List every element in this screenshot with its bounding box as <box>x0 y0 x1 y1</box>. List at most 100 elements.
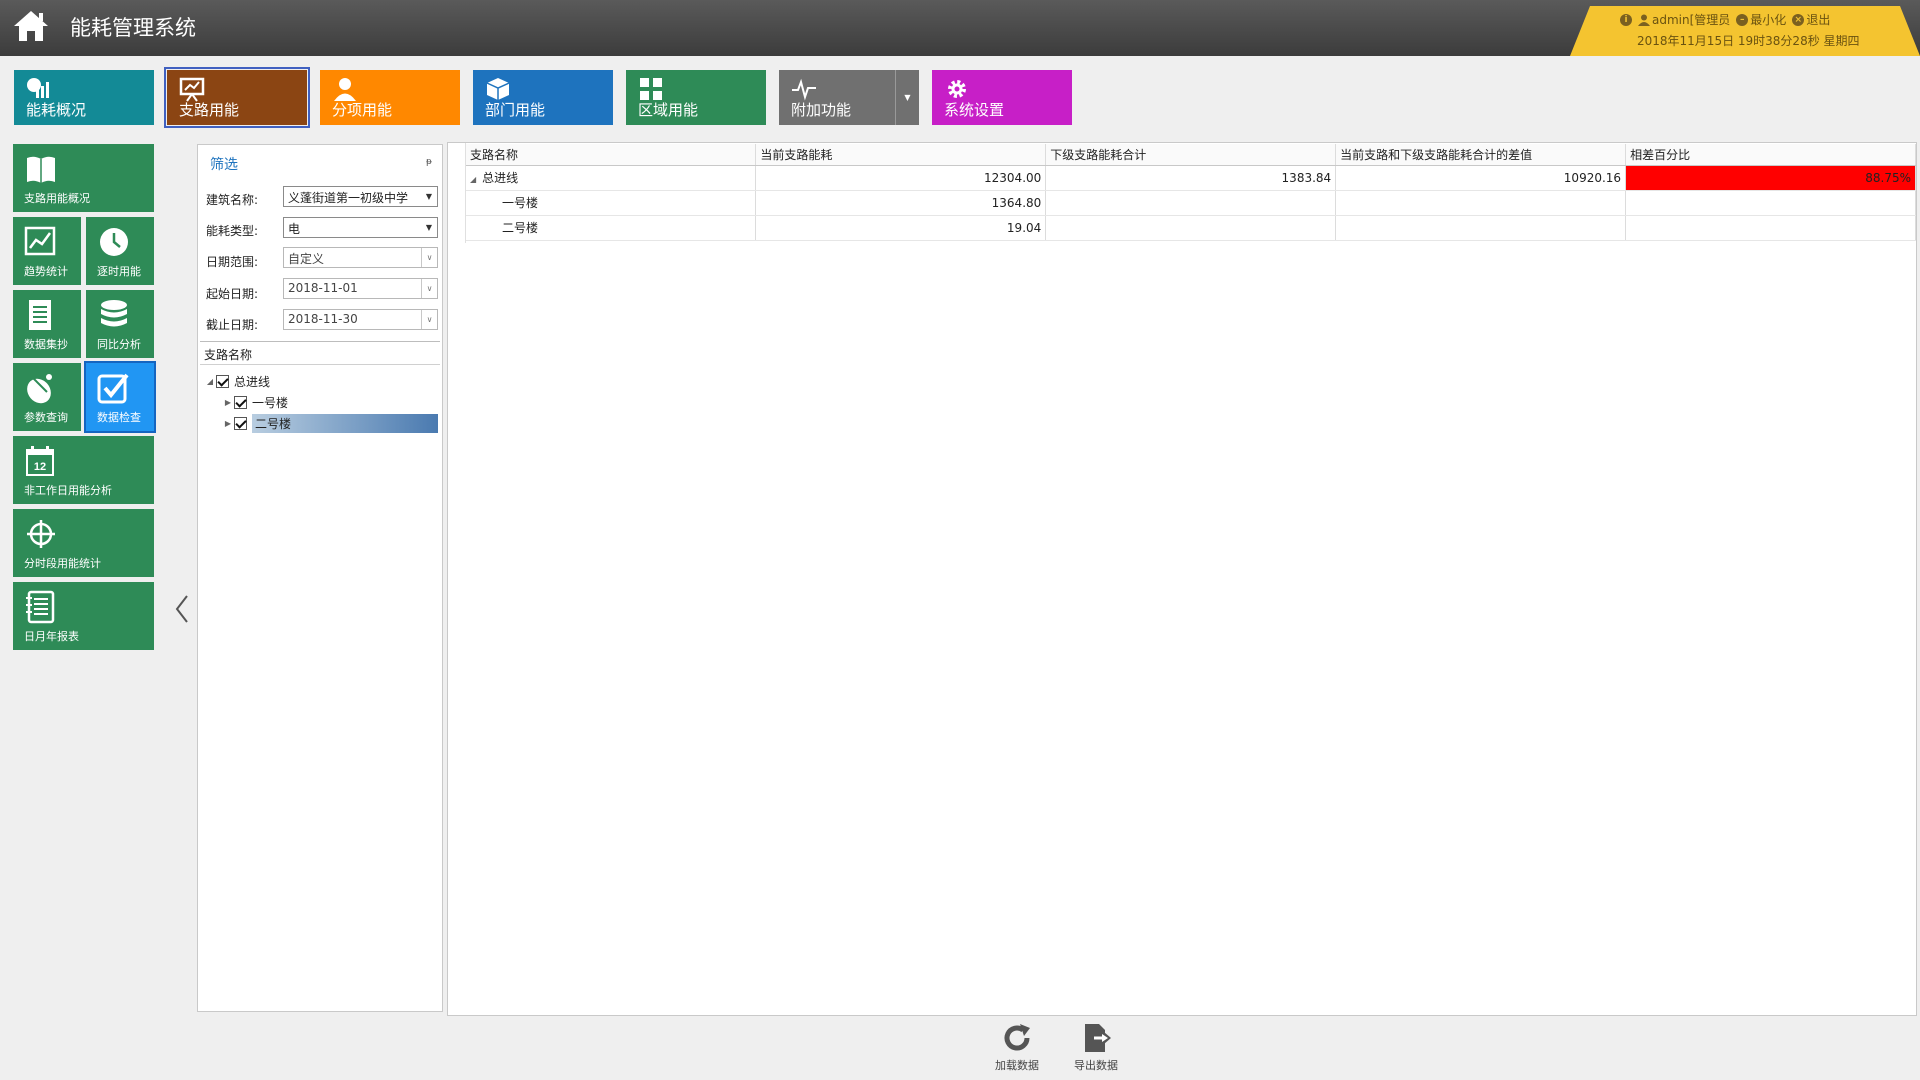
sub-total-cell[interactable]: 1383.84 <box>1045 165 1337 191</box>
column-header[interactable]: 相差百分比 <box>1625 144 1916 166</box>
date-range-select[interactable]: 自定义 ∨ <box>283 247 438 268</box>
tab-dropdown-toggle[interactable]: ▼ <box>895 70 919 125</box>
expand-toggle-icon[interactable]: ▶ <box>222 419 234 428</box>
book-icon <box>27 156 55 183</box>
tile-branch-overview[interactable]: 支路用能概况 <box>13 144 154 212</box>
user-icon <box>1638 14 1650 26</box>
load-data-button[interactable]: 加载数据 <box>987 1022 1047 1074</box>
branch-name-cell[interactable]: 二号楼 <box>466 215 757 241</box>
start-date-picker[interactable]: 2018-11-01 ∨ <box>283 278 438 299</box>
column-header[interactable]: 支路名称 <box>466 144 757 166</box>
column-header[interactable]: 当前支路和下级支路能耗合计的差值 <box>1335 144 1627 166</box>
user-name: admin[管理员 <box>1652 13 1731 27</box>
building-select[interactable]: 义蓬街道第一初级中学 ▼ <box>283 186 438 207</box>
tile-report[interactable]: 日月年报表 <box>13 582 154 650</box>
chevron-down-icon: ▼ <box>904 93 911 102</box>
user-menu[interactable]: admin[管理员 <box>1638 11 1730 28</box>
column-header[interactable]: 当前支路能耗 <box>755 144 1047 166</box>
filter-title: 筛选 <box>210 157 238 173</box>
tab-itemized-energy[interactable]: 分项用能 <box>320 70 460 125</box>
tab-area-energy[interactable]: 区域用能 <box>626 70 766 125</box>
date-range-label: 日期范围: <box>206 255 259 269</box>
minimize-button[interactable]: – 最小化 <box>1736 11 1786 28</box>
collapse-sidebar-button[interactable] <box>174 594 190 624</box>
column-header[interactable]: 下级支路能耗合计 <box>1045 144 1337 166</box>
close-icon: × <box>1792 13 1805 26</box>
svg-text:12: 12 <box>34 461 46 473</box>
minimize-icon: – <box>1736 13 1749 26</box>
energy-type-label: 能耗类型: <box>206 224 259 238</box>
chevron-down-icon: ▼ <box>425 223 433 232</box>
checkbox-icon <box>97 373 129 404</box>
expand-toggle-icon[interactable]: ◢ <box>204 377 216 386</box>
table-row[interactable]: 二号楼 19.04 <box>466 215 1916 241</box>
table-row[interactable]: ◢ 总进线 12304.00 1383.84 10920.16 88.75% <box>466 165 1916 191</box>
tree-checkbox[interactable] <box>234 395 247 409</box>
expand-toggle-icon[interactable]: ▶ <box>222 398 234 407</box>
database-icon <box>101 300 127 327</box>
tree-header: 支路名称 <box>200 341 440 365</box>
energy-type-select[interactable]: 电 ▼ <box>283 217 438 238</box>
current-datetime: 2018年11月15日 19时38分28秒 星期四 <box>1637 34 1860 48</box>
tree-node-building-1[interactable]: ▶ 一号楼 <box>222 392 288 412</box>
tile-data-check[interactable]: 数据检查 <box>84 361 156 433</box>
difference-cell[interactable] <box>1335 190 1627 216</box>
crosshair-icon <box>27 520 55 548</box>
start-date-label: 起始日期: <box>206 287 259 301</box>
chevron-down-icon: ∨ <box>421 279 437 298</box>
difference-cell[interactable]: 10920.16 <box>1335 165 1627 191</box>
tile-hourly-energy[interactable]: 逐时用能 <box>86 217 154 285</box>
tile-nonworkday-analysis[interactable]: 12 非工作日用能分析 <box>13 436 154 504</box>
tab-energy-overview[interactable]: 能耗概况 <box>14 70 154 125</box>
tile-trend-statistics[interactable]: 趋势统计 <box>13 217 81 285</box>
export-icon <box>1085 1024 1111 1052</box>
branch-energy-table: 支路名称 当前支路能耗 下级支路能耗合计 当前支路和下级支路能耗合计的差值 相差… <box>466 144 1916 241</box>
table-header-row: 支路名称 当前支路能耗 下级支路能耗合计 当前支路和下级支路能耗合计的差值 相差… <box>466 144 1916 166</box>
current-energy-cell[interactable]: 19.04 <box>755 215 1047 241</box>
sub-total-cell[interactable] <box>1045 215 1337 241</box>
sub-total-cell[interactable] <box>1045 190 1337 216</box>
user-panel: i admin[管理员 – 最小化 × 退出 2018年11月15日 19时38… <box>1570 6 1920 56</box>
tab-additional-functions[interactable]: 附加功能 ▼ <box>779 70 919 125</box>
end-date-label: 截止日期: <box>206 318 259 332</box>
current-energy-cell[interactable]: 1364.80 <box>755 190 1047 216</box>
pin-icon[interactable]: ᵽ <box>426 157 432 167</box>
percent-cell[interactable] <box>1625 190 1916 216</box>
current-energy-cell[interactable]: 12304.00 <box>755 165 1047 191</box>
tile-parameter-query[interactable]: 参数查询 <box>13 363 81 431</box>
export-data-button[interactable]: 导出数据 <box>1066 1022 1126 1074</box>
tab-department-energy[interactable]: 部门用能 <box>473 70 613 125</box>
end-date-picker[interactable]: 2018-11-30 ∨ <box>283 309 438 330</box>
info-icon[interactable]: i <box>1620 13 1632 26</box>
chevron-down-icon: ∨ <box>421 310 437 329</box>
branch-name-cell[interactable]: 一号楼 <box>466 190 757 216</box>
table-row[interactable]: 一号楼 1364.80 <box>466 190 1916 216</box>
reload-icon <box>1004 1024 1030 1051</box>
logout-button[interactable]: × 退出 <box>1792 11 1830 28</box>
clock-icon <box>100 228 128 256</box>
tree-node-main-line[interactable]: ◢ 总进线 <box>204 371 270 391</box>
percent-cell[interactable] <box>1625 215 1916 241</box>
data-grid: 支路名称 当前支路能耗 下级支路能耗合计 当前支路和下级支路能耗合计的差值 相差… <box>447 142 1917 1016</box>
collapse-toggle-icon[interactable]: ◢ <box>470 175 476 184</box>
percent-cell[interactable]: 88.75% <box>1625 165 1916 191</box>
tile-data-collection[interactable]: 数据集抄 <box>13 290 81 358</box>
tree-checkbox[interactable] <box>234 416 247 430</box>
tile-yoy-analysis[interactable]: 同比分析 <box>86 290 154 358</box>
chevron-down-icon: ∨ <box>421 248 437 267</box>
home-icon[interactable] <box>12 8 50 44</box>
tree-checkbox[interactable] <box>216 374 229 388</box>
title-bar: 能耗管理系统 i admin[管理员 – 最小化 × 退出 2018年11月15… <box>0 0 1920 56</box>
tab-branch-energy[interactable]: 支路用能 <box>164 67 310 128</box>
filter-panel: 筛选 ᵽ 建筑名称: 义蓬街道第一初级中学 ▼ 能耗类型: 电 ▼ 日期范围: … <box>197 144 443 1012</box>
calendar-icon: 12 <box>26 446 54 476</box>
tab-system-settings[interactable]: 系统设置 <box>932 70 1072 125</box>
tile-timeperiod-statistics[interactable]: 分时段用能统计 <box>13 509 154 577</box>
app-title: 能耗管理系统 <box>70 16 196 40</box>
grid-row-header <box>448 143 466 243</box>
building-label: 建筑名称: <box>206 193 259 207</box>
difference-cell[interactable] <box>1335 215 1627 241</box>
chevron-down-icon: ▼ <box>425 192 433 201</box>
branch-name-cell[interactable]: ◢ 总进线 <box>466 165 757 191</box>
tree-node-building-2[interactable]: ▶ 二号楼 <box>222 413 438 433</box>
